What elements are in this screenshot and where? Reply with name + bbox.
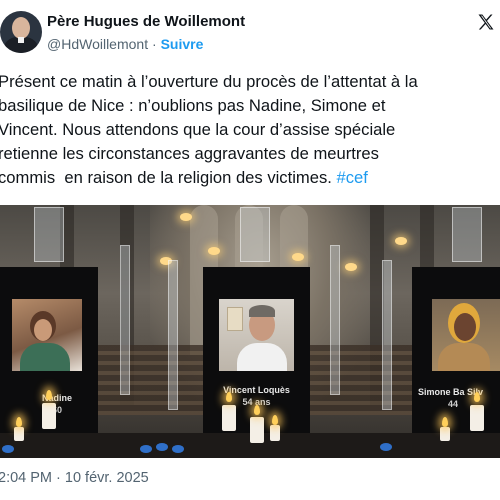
memorial-name: Simone Ba Silv (418, 387, 483, 397)
memorial-photo (12, 299, 82, 371)
memorial-photo (219, 299, 294, 371)
avatar[interactable] (0, 11, 42, 53)
x-logo-icon[interactable] (476, 12, 496, 32)
tweet-timestamp[interactable]: 2:04 PM · 10 févr. 2025 (0, 470, 149, 486)
author-name[interactable]: Père Hugues de Woillemont (47, 13, 245, 30)
author-handle[interactable]: @HdWoillemont (47, 36, 148, 52)
tweet-media-photo[interactable]: Nadine 60 Vincent Loquès 54 ans Simone B… (0, 205, 500, 458)
hashtag-link[interactable]: #cef (336, 168, 367, 187)
memorial-name: Nadine (41, 393, 72, 403)
meta-separator: · (148, 36, 161, 52)
tweet-header: Père Hugues de Woillemont @HdWoillemont … (0, 0, 500, 64)
memorial-name: Vincent Loquès (223, 385, 290, 395)
follow-button[interactable]: Suivre (161, 36, 204, 52)
memorial-photo (432, 299, 500, 371)
memorial-board-simone: Simone Ba Silv 44 (412, 267, 500, 437)
author-meta: @HdWoillemont · Suivre (47, 36, 203, 52)
tweet-text: Présent ce matin à l’ouverture du procès… (0, 70, 498, 190)
memorial-age: 60 (51, 405, 62, 415)
